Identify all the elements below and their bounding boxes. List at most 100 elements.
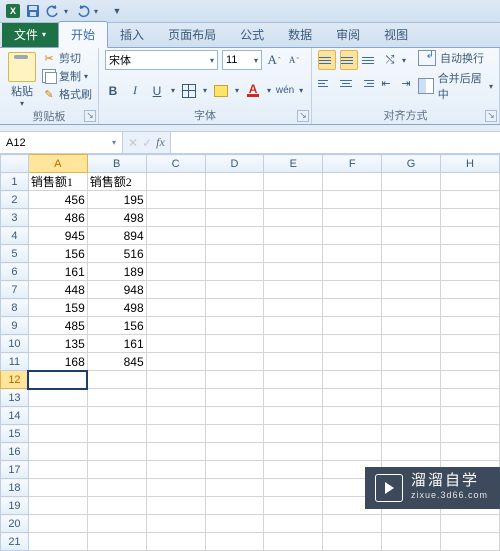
cell[interactable] [146, 479, 205, 497]
redo-dropdown-icon[interactable]: ▾ [94, 7, 104, 16]
orientation-button[interactable]: ⤭ [382, 52, 398, 68]
cell[interactable]: 845 [87, 353, 146, 371]
row-header[interactable]: 19 [1, 497, 29, 515]
row-header[interactable]: 3 [1, 209, 29, 227]
cell[interactable] [264, 281, 323, 299]
cell[interactable]: 945 [28, 227, 87, 245]
cell[interactable] [87, 443, 146, 461]
cell[interactable] [146, 389, 205, 407]
cell[interactable] [323, 533, 382, 551]
cell[interactable] [264, 371, 323, 389]
cell[interactable] [205, 461, 264, 479]
col-header-F[interactable]: F [323, 155, 382, 173]
merge-center-button[interactable]: 合并后居中 ▾ [418, 70, 493, 102]
cell[interactable] [264, 299, 323, 317]
cell[interactable] [205, 425, 264, 443]
row-header[interactable]: 12 [1, 371, 29, 389]
cell[interactable] [382, 173, 441, 191]
cell[interactable] [323, 335, 382, 353]
cell[interactable] [323, 353, 382, 371]
cell[interactable] [146, 533, 205, 551]
col-header-A[interactable]: A [28, 155, 87, 173]
cell[interactable]: 516 [87, 245, 146, 263]
cell[interactable] [441, 335, 500, 353]
cell[interactable] [146, 299, 205, 317]
cell[interactable] [441, 173, 500, 191]
cell[interactable] [146, 353, 205, 371]
cell[interactable] [323, 389, 382, 407]
chevron-down-icon[interactable]: ▾ [267, 86, 271, 95]
chevron-down-icon[interactable]: ▾ [20, 99, 24, 108]
cell[interactable] [205, 443, 264, 461]
cell[interactable] [323, 245, 382, 263]
tab-insert[interactable]: 插入 [108, 22, 156, 47]
cell[interactable] [441, 353, 500, 371]
cell[interactable] [441, 425, 500, 443]
cell[interactable] [264, 263, 323, 281]
cell[interactable] [264, 353, 323, 371]
chevron-down-icon[interactable]: ▾ [203, 86, 207, 95]
row-header[interactable]: 11 [1, 353, 29, 371]
cell[interactable] [382, 443, 441, 461]
cell[interactable] [382, 227, 441, 245]
chevron-down-icon[interactable]: ▾ [235, 86, 239, 95]
cell[interactable] [382, 299, 441, 317]
cell[interactable]: 168 [28, 353, 87, 371]
valign-mid-button[interactable] [340, 50, 358, 70]
chevron-down-icon[interactable]: ▾ [402, 56, 406, 65]
cell[interactable]: 销售额1 [28, 173, 87, 191]
cell[interactable] [382, 335, 441, 353]
cell[interactable]: 156 [87, 317, 146, 335]
format-painter-button[interactable]: ✎ 格式刷 [42, 86, 92, 102]
cell[interactable] [146, 443, 205, 461]
cell[interactable] [382, 371, 441, 389]
cell[interactable] [205, 335, 264, 353]
halign-left-button[interactable] [318, 74, 334, 92]
cell[interactable] [323, 263, 382, 281]
cell[interactable] [441, 299, 500, 317]
cell[interactable] [323, 407, 382, 425]
row-header[interactable]: 14 [1, 407, 29, 425]
cell[interactable] [146, 407, 205, 425]
cell[interactable] [146, 425, 205, 443]
cell[interactable] [205, 209, 264, 227]
app-icon[interactable]: X [4, 2, 22, 20]
cell[interactable] [146, 263, 205, 281]
cell[interactable] [264, 461, 323, 479]
row-header[interactable]: 16 [1, 443, 29, 461]
cell[interactable] [264, 173, 323, 191]
cell[interactable] [382, 389, 441, 407]
cell[interactable]: 448 [28, 281, 87, 299]
cell[interactable] [323, 371, 382, 389]
cut-button[interactable]: ✂ 剪切 [42, 50, 92, 66]
tab-review[interactable]: 审阅 [324, 22, 372, 47]
row-header[interactable]: 4 [1, 227, 29, 245]
cell[interactable] [28, 443, 87, 461]
bold-button[interactable]: B [105, 83, 121, 99]
cell[interactable] [146, 371, 205, 389]
border-button[interactable] [181, 83, 197, 99]
wrap-text-button[interactable]: 自动换行 [418, 50, 493, 66]
cell[interactable] [87, 461, 146, 479]
row-header[interactable]: 13 [1, 389, 29, 407]
cell[interactable] [28, 479, 87, 497]
font-name-select[interactable]: 宋体 ▾ [105, 50, 218, 70]
cell[interactable] [146, 515, 205, 533]
redo-button[interactable] [74, 2, 92, 20]
row-header[interactable]: 10 [1, 335, 29, 353]
decrease-indent-button[interactable]: ⇤ [378, 75, 394, 91]
save-button[interactable] [24, 2, 42, 20]
cell[interactable] [28, 389, 87, 407]
cell[interactable] [323, 443, 382, 461]
cell[interactable] [264, 443, 323, 461]
shrink-font-button[interactable]: Aˇ [286, 52, 302, 68]
cell[interactable] [205, 533, 264, 551]
cell[interactable] [205, 407, 264, 425]
dialog-launcher-icon[interactable]: ↘ [297, 110, 309, 122]
fx-icon[interactable]: fx [156, 135, 165, 150]
cell[interactable] [441, 281, 500, 299]
cell[interactable] [205, 371, 264, 389]
cell[interactable] [87, 479, 146, 497]
row-header[interactable]: 18 [1, 479, 29, 497]
halign-center-button[interactable] [338, 74, 354, 92]
